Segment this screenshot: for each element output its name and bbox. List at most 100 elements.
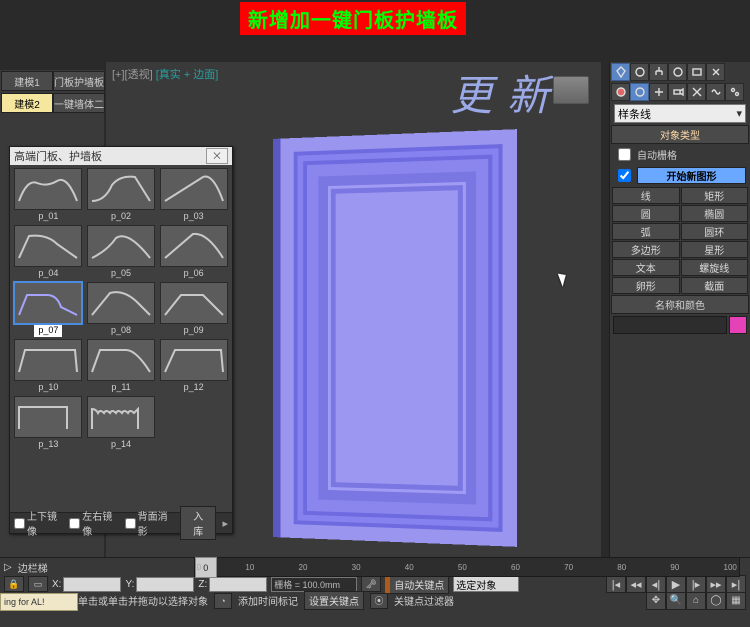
save-to-library-button[interactable]: 入库 bbox=[180, 506, 217, 540]
systems-icon[interactable] bbox=[725, 83, 744, 101]
key-lock-icon[interactable]: 🗝 bbox=[361, 576, 381, 592]
coord-x-field[interactable] bbox=[63, 577, 121, 592]
prev-frame-button[interactable]: ◂◂ bbox=[626, 575, 646, 593]
left-tab-model2[interactable]: 建模2 bbox=[1, 93, 53, 113]
door-panel-model[interactable] bbox=[280, 129, 516, 547]
top-banner: 新增加一键门板护墙板 bbox=[240, 2, 466, 35]
create-tab-icon[interactable] bbox=[611, 63, 630, 81]
left-tab-wall2[interactable]: 一键墙体二 bbox=[53, 93, 105, 113]
key-target-dropdown[interactable]: 选定对象 bbox=[453, 576, 519, 592]
profile-thumb-p_01[interactable]: p_01 bbox=[13, 168, 84, 223]
key-filter-label[interactable]: 关键点过滤器 bbox=[394, 593, 454, 608]
timeline-track[interactable]: 0 0102030405060708090100 bbox=[194, 557, 740, 577]
shape-button-圆[interactable]: 圆 bbox=[612, 205, 680, 222]
nav-orbit-icon[interactable]: ◯ bbox=[706, 592, 726, 610]
hierarchy-tab-icon[interactable] bbox=[649, 63, 668, 81]
play-button[interactable]: ▶ bbox=[666, 575, 686, 593]
bottom-bar: ▷ 边栏梯 0 0102030405060708090100 🔒 ▭ X: Y:… bbox=[0, 557, 750, 627]
profile-thumb-p_10[interactable]: p_10 bbox=[13, 339, 84, 394]
profile-thumb-p_09[interactable]: p_09 bbox=[158, 282, 229, 337]
auto-key-button[interactable]: 自动关键点 bbox=[385, 575, 449, 594]
coord-y-field[interactable] bbox=[136, 577, 194, 592]
profile-thumb-p_14[interactable]: p_14 bbox=[86, 396, 157, 451]
status-prompt: 单击或单击并拖动以选择对象 bbox=[78, 593, 208, 608]
add-time-tag-label[interactable]: 添加时间标记 bbox=[238, 593, 298, 608]
palette-close-button[interactable]: ⨉ bbox=[206, 148, 228, 164]
prev-key-button[interactable]: ◂| bbox=[646, 575, 666, 593]
profile-thumb-grid: p_01p_02p_03 p_04p_05p_06 p_07p_08p_09 p_10… bbox=[10, 165, 232, 454]
object-color-swatch[interactable] bbox=[729, 316, 747, 334]
nav-zoomext-icon[interactable]: ⌂ bbox=[686, 592, 706, 610]
coord-y-label: Y: bbox=[125, 579, 134, 590]
profile-thumb-p_04[interactable]: p_04 bbox=[13, 225, 84, 280]
mirror-vertical-checkbox[interactable]: 上下镜像 bbox=[14, 508, 63, 538]
utilities-tab-icon[interactable] bbox=[706, 63, 725, 81]
profile-thumb-p_07[interactable]: p_07 bbox=[13, 282, 84, 337]
display-tab-icon[interactable] bbox=[687, 63, 706, 81]
left-tab-model1[interactable]: 建模1 bbox=[1, 71, 53, 91]
shape-button-卵形[interactable]: 卵形 bbox=[612, 277, 680, 294]
next-key-button[interactable]: |▸ bbox=[686, 575, 706, 593]
modify-tab-icon[interactable] bbox=[630, 63, 649, 81]
set-key-button[interactable]: 设置关键点 bbox=[304, 591, 364, 610]
left-tab-doorpanel[interactable]: 门板护墙板 bbox=[53, 71, 105, 91]
name-color-header[interactable]: 名称和颜色 bbox=[611, 295, 749, 314]
lock-selection-icon[interactable]: 🔒 bbox=[4, 576, 24, 592]
shape-button-截面[interactable]: 截面 bbox=[681, 277, 749, 294]
shapes-icon[interactable] bbox=[630, 83, 649, 101]
shape-type-dropdown[interactable]: 样条线 bbox=[614, 104, 746, 123]
shape-button-星形[interactable]: 星形 bbox=[681, 241, 749, 258]
profile-thumb-p_13[interactable]: p_13 bbox=[13, 396, 84, 451]
object-type-header[interactable]: 对象类型 bbox=[611, 125, 749, 144]
tag-icon[interactable]: ◔ bbox=[214, 593, 232, 609]
profile-thumb-p_08[interactable]: p_08 bbox=[86, 282, 157, 337]
shape-button-螺旋线[interactable]: 螺旋线 bbox=[681, 259, 749, 276]
coord-z-field[interactable] bbox=[209, 577, 267, 592]
lights-icon[interactable] bbox=[649, 83, 668, 101]
mirror-horizontal-checkbox[interactable]: 左右镜像 bbox=[69, 508, 118, 538]
goto-end-button[interactable]: ▸| bbox=[726, 575, 746, 593]
profile-thumb-p_03[interactable]: p_03 bbox=[158, 168, 229, 223]
cameras-icon[interactable] bbox=[668, 83, 687, 101]
shape-button-文本[interactable]: 文本 bbox=[612, 259, 680, 276]
nav-zoom-icon[interactable]: 🔍 bbox=[666, 592, 686, 610]
selection-mode-icon[interactable]: ▭ bbox=[28, 576, 48, 592]
palette-titlebar[interactable]: 高端门板、护墙板 ⨉ bbox=[10, 147, 232, 165]
motion-tab-icon[interactable] bbox=[668, 63, 687, 81]
autogrid-checkbox[interactable]: 自动栅格 bbox=[610, 144, 750, 165]
profile-thumb-p_06[interactable]: p_06 bbox=[158, 225, 229, 280]
shape-button-线[interactable]: 线 bbox=[612, 187, 680, 204]
profile-thumb-p_12[interactable]: p_12 bbox=[158, 339, 229, 394]
spacewarps-icon[interactable] bbox=[706, 83, 725, 101]
viewcube[interactable] bbox=[553, 76, 589, 104]
transport-controls: |◂ ◂◂ ◂| ▶ |▸ ▸▸ ▸| bbox=[606, 575, 746, 593]
viewport-label[interactable]: [+][透视] [真实 + 边面] bbox=[112, 66, 218, 82]
coord-x-label: X: bbox=[52, 579, 61, 590]
nav-pan-icon[interactable]: ✥ bbox=[646, 592, 666, 610]
next-frame-button[interactable]: ▸▸ bbox=[706, 575, 726, 593]
backface-hide-checkbox[interactable]: 背面消影 bbox=[125, 508, 174, 538]
shape-button-椭圆[interactable]: 椭圆 bbox=[681, 205, 749, 222]
grid-readout: 栅格 = 100.0mm bbox=[271, 577, 357, 592]
palette-footer: 上下镜像 左右镜像 背面消影 入库 ▸ bbox=[10, 512, 232, 533]
viewport-label-prefix: [+][透视] bbox=[112, 69, 153, 81]
command-panel-tabs bbox=[610, 62, 750, 82]
profile-thumb-p_05[interactable]: p_05 bbox=[86, 225, 157, 280]
nav-maximize-icon[interactable]: ▦ bbox=[726, 592, 746, 610]
object-name-field[interactable] bbox=[613, 316, 727, 334]
geometry-icon[interactable] bbox=[611, 83, 630, 101]
start-new-shape-checkbox[interactable]: 开始新图形 bbox=[610, 165, 750, 186]
profile-thumb-p_02[interactable]: p_02 bbox=[86, 168, 157, 223]
palette-more-icon[interactable]: ▸ bbox=[222, 517, 228, 530]
helpers-icon[interactable] bbox=[687, 83, 706, 101]
shape-button-弧[interactable]: 弧 bbox=[612, 223, 680, 240]
profile-thumb-p_11[interactable]: p_11 bbox=[86, 339, 157, 394]
shape-button-矩形[interactable]: 矩形 bbox=[681, 187, 749, 204]
key-mode-icon[interactable]: ⦿ bbox=[370, 593, 388, 609]
timeline-slider[interactable]: 0 bbox=[195, 557, 217, 578]
shape-button-圆环[interactable]: 圆环 bbox=[681, 223, 749, 240]
trackbar-expand-icon[interactable]: ▷ bbox=[4, 562, 12, 573]
viewport-watermark: 更 新 bbox=[450, 62, 551, 123]
goto-start-button[interactable]: |◂ bbox=[606, 575, 626, 593]
shape-button-多边形[interactable]: 多边形 bbox=[612, 241, 680, 258]
